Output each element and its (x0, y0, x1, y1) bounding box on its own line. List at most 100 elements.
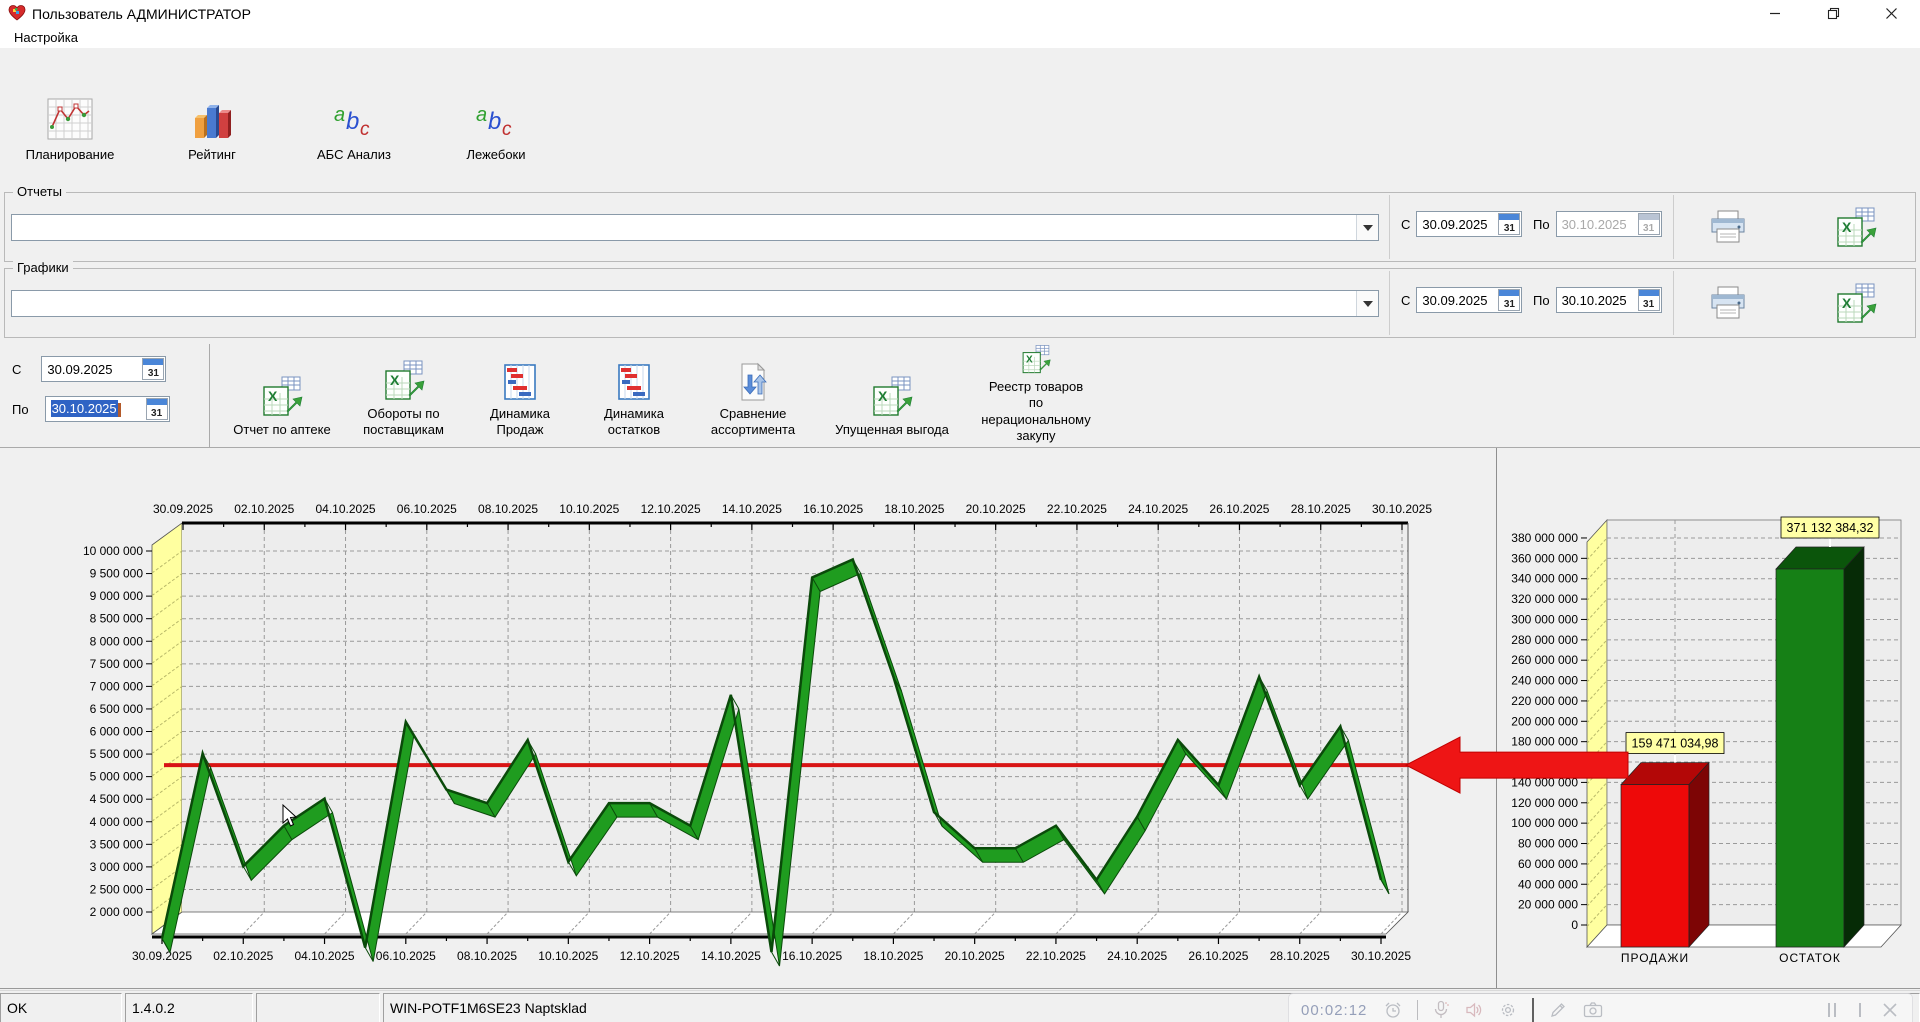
menu-item-settings[interactable]: Настройка (10, 29, 82, 46)
svg-text:12.10.2025: 12.10.2025 (641, 502, 701, 516)
separator (1673, 271, 1674, 335)
svg-text:22.10.2025: 22.10.2025 (1047, 502, 1107, 516)
toolbar-button-planning[interactable]: Планирование (14, 52, 126, 188)
svg-text:8 000 000: 8 000 000 (90, 634, 144, 648)
toolbar-button-abc-analysis[interactable]: a b c АБС Анализ (298, 52, 410, 188)
charts-excel-export-button[interactable]: X (1833, 281, 1879, 327)
svg-text:60 000 000: 60 000 000 (1518, 857, 1578, 871)
camera-icon[interactable] (1582, 1000, 1604, 1020)
divider (1532, 998, 1534, 1022)
period-to-field[interactable]: 30.10.2025 31 (45, 396, 170, 422)
to-label: По (1533, 217, 1550, 232)
minimize-button[interactable] (1746, 0, 1804, 26)
charts-to-field[interactable]: 30.10.2025 31 (1556, 287, 1662, 313)
microphone-icon[interactable] (1432, 1000, 1450, 1020)
calendar-icon[interactable]: 31 (1638, 289, 1660, 311)
svg-text:26.10.2025: 26.10.2025 (1209, 502, 1269, 516)
close-button[interactable] (1862, 0, 1920, 26)
svg-text:30.10.2025: 30.10.2025 (1372, 502, 1432, 516)
svg-text:08.10.2025: 08.10.2025 (478, 502, 538, 516)
calendar-icon[interactable]: 31 (146, 398, 168, 420)
button-pharmacy-report[interactable]: Отчет по аптеке (222, 344, 342, 447)
svg-text:160 000 000: 160 000 000 (1511, 755, 1578, 769)
button-irrational-purchase-register[interactable]: Реестр товаров по нерациональному закупу (971, 344, 1101, 447)
svg-text:6 500 000: 6 500 000 (90, 702, 144, 716)
svg-text:9 500 000: 9 500 000 (90, 567, 144, 581)
svg-text:5 500 000: 5 500 000 (90, 747, 144, 761)
calendar-icon[interactable]: 31 (142, 358, 164, 380)
status-cell-ok: OK (0, 993, 122, 1022)
gear-icon[interactable] (1498, 1000, 1518, 1020)
button-assortment-compare[interactable]: Сравнение ассортимента (693, 344, 813, 447)
svg-text:371 132 384,32: 371 132 384,32 (1787, 521, 1874, 535)
svg-text:02.10.2025: 02.10.2025 (213, 949, 273, 963)
svg-text:7 000 000: 7 000 000 (90, 679, 144, 693)
chart-region: 10 000 0009 500 0009 000 0008 500 0008 0… (0, 448, 1920, 989)
svg-text:40 000 000: 40 000 000 (1518, 877, 1578, 891)
toolbar-button-rating[interactable]: Рейтинг (156, 52, 268, 188)
reports-combo-value (12, 215, 1356, 240)
reports-date-from: С 30.09.2025 31 (1401, 211, 1522, 237)
abc-icon: a b c (473, 99, 519, 143)
svg-text:180 000 000: 180 000 000 (1511, 735, 1578, 749)
toolbar-button-lezheboki[interactable]: a b c Лежебоки (440, 52, 552, 188)
charts-print-button[interactable] (1705, 281, 1751, 327)
reports-combo-dropdown-button[interactable] (1356, 215, 1378, 240)
period-from-field[interactable]: 30.09.2025 31 (41, 356, 166, 382)
close-recording-icon[interactable] (1880, 1000, 1900, 1020)
svg-text:380 000 000: 380 000 000 (1511, 531, 1578, 545)
from-label: С (1401, 217, 1410, 232)
svg-text:30.10.2025: 30.10.2025 (1351, 949, 1411, 963)
svg-text:140 000 000: 140 000 000 (1511, 775, 1578, 789)
pause-icon[interactable] (1824, 1000, 1840, 1020)
svg-text:7 500 000: 7 500 000 (90, 657, 144, 671)
svg-text:159 471 034,98: 159 471 034,98 (1632, 737, 1719, 751)
button-supplier-turnover[interactable]: Обороты по поставщикам (346, 344, 461, 447)
restore-button[interactable] (1804, 0, 1862, 26)
button-stock-dynamics[interactable]: Динамика остатков (579, 344, 689, 447)
calendar-icon: 31 (1638, 213, 1660, 235)
svg-text:04.10.2025: 04.10.2025 (295, 949, 355, 963)
svg-text:16.10.2025: 16.10.2025 (782, 949, 842, 963)
charts-from-field[interactable]: 30.09.2025 31 (1416, 287, 1522, 313)
report-buttons-bar: Отчет по аптеке Обороты по поставщикам Д… (210, 344, 1920, 447)
svg-text:2 000 000: 2 000 000 (90, 905, 144, 919)
toolbar-label-planning: Планирование (26, 147, 115, 162)
svg-text:04.10.2025: 04.10.2025 (316, 502, 376, 516)
speaker-icon[interactable] (1464, 1000, 1484, 1020)
status-cell-empty (256, 993, 380, 1022)
svg-text:200 000 000: 200 000 000 (1511, 714, 1578, 728)
button-sales-dynamics[interactable]: Динамика Продаж (465, 344, 575, 447)
toolbar-label-lezheboki: Лежебоки (466, 147, 525, 162)
reports-excel-export-button[interactable]: X (1833, 205, 1879, 251)
charts-groupbox: Графики С 30.09.2025 31 По 30.10.2025 31 (4, 268, 1916, 338)
charts-date-from: С 30.09.2025 31 (1401, 287, 1522, 313)
button-lost-profit[interactable]: Упущенная выгода (817, 344, 967, 447)
charts-combo-dropdown-button[interactable] (1356, 291, 1378, 316)
svg-text:14.10.2025: 14.10.2025 (722, 502, 782, 516)
reports-print-button[interactable] (1705, 205, 1751, 251)
charts-combobox[interactable] (11, 290, 1379, 317)
svg-text:20.10.2025: 20.10.2025 (945, 949, 1005, 963)
reports-from-field[interactable]: 30.09.2025 31 (1416, 211, 1522, 237)
calendar-icon[interactable]: 31 (1498, 213, 1520, 235)
svg-text:c: c (360, 119, 370, 140)
from-label: С (12, 362, 21, 377)
gantt-icon (613, 361, 655, 403)
charts-group-title: Графики (13, 260, 73, 275)
printer-icon (1707, 207, 1749, 249)
calendar-icon[interactable]: 31 (1498, 289, 1520, 311)
status-cell-version: 1.4.0.2 (125, 993, 253, 1022)
app-heart-icon (8, 4, 26, 22)
reports-combobox[interactable] (11, 214, 1379, 241)
svg-text:10.10.2025: 10.10.2025 (538, 949, 598, 963)
pencil-icon[interactable] (1548, 1000, 1568, 1020)
svg-text:4 500 000: 4 500 000 (90, 792, 144, 806)
alarm-clock-icon[interactable] (1383, 1000, 1403, 1020)
rating-bars-icon (189, 97, 235, 143)
stop-icon[interactable] (1854, 1000, 1866, 1020)
svg-text:28.10.2025: 28.10.2025 (1291, 502, 1351, 516)
chevron-down-icon (1363, 225, 1373, 231)
svg-text:16.10.2025: 16.10.2025 (803, 502, 863, 516)
text-cursor (118, 403, 121, 417)
